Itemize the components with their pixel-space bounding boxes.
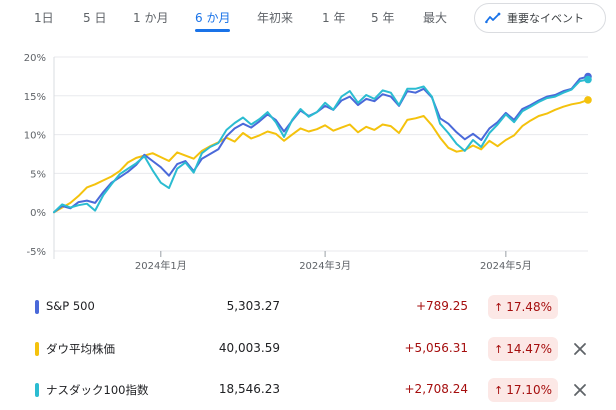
series-name: ナスダック100指数	[46, 383, 149, 397]
series-line	[53, 78, 589, 214]
series-swatch	[35, 383, 39, 397]
y-tick-label: 15%	[24, 92, 46, 103]
tab-label: 5 年	[371, 11, 395, 25]
tab-5d[interactable]: 5 日	[83, 10, 106, 26]
y-tick-label: 10%	[24, 131, 46, 142]
series-end-dot	[584, 75, 592, 84]
series-swatch	[35, 342, 39, 356]
percent-badge: ↑ 17.10%	[488, 378, 558, 402]
series-value: 5,303.27	[226, 299, 280, 313]
legend-row-dow[interactable]: ダウ平均株価 40,003.59 +5,056.31 ↑ 14.47%	[0, 333, 616, 365]
series-name: S&P 500	[46, 299, 95, 313]
series-change: +5,056.31	[404, 341, 469, 355]
key-events-label: 重要なイベント	[507, 12, 584, 25]
series-value: 40,003.59	[218, 341, 280, 355]
legend-row-sp500[interactable]: S&P 500 5,303.27 +789.25 ↑ 17.48%	[0, 291, 616, 323]
tab-1d[interactable]: 1日	[34, 10, 54, 26]
tab-label: 1 か月	[133, 11, 169, 25]
series-end-dot	[584, 96, 592, 104]
x-tick-label: 2024年1月	[135, 259, 187, 272]
x-tick-label: 2024年3月	[299, 259, 351, 272]
arrow-up-icon: ↑	[494, 383, 504, 397]
trend-icon	[485, 12, 501, 24]
y-tick-label: 0%	[30, 208, 46, 219]
y-tick-label: 20%	[24, 53, 46, 64]
percent-value: 14.47%	[506, 342, 552, 356]
close-icon[interactable]	[571, 340, 589, 358]
y-tick-label: -5%	[27, 247, 46, 258]
key-events-button[interactable]: 重要なイベント	[474, 3, 606, 33]
series-name: ダウ平均株価	[46, 342, 115, 356]
x-tick-label: 2024年5月	[480, 259, 532, 272]
tab-label: 1 年	[322, 11, 346, 25]
tab-label: 6 か月	[195, 11, 231, 25]
close-icon[interactable]	[571, 381, 589, 399]
series-change: +2,708.24	[404, 382, 469, 396]
percent-badge: ↑ 14.47%	[488, 337, 558, 361]
arrow-up-icon: ↑	[494, 300, 504, 314]
range-tabs: 1日 5 日 1 か月 6 か月 年初来 1 年 5 年 最大 重要なイベント	[0, 0, 616, 40]
tab-ytd[interactable]: 年初来	[257, 10, 293, 26]
series-layer	[53, 72, 592, 214]
series-change: +789.25	[415, 299, 468, 313]
y-tick-labels: -5% 0% 5% 10% 15% 20%	[24, 53, 46, 258]
tab-1y[interactable]: 1 年	[322, 10, 345, 26]
series-value: 18,546.23	[218, 382, 280, 396]
tab-label: 最大	[423, 11, 448, 25]
tab-label: 年初来	[257, 11, 294, 25]
percent-value: 17.10%	[506, 383, 552, 397]
x-tick-labels: 2024年1月 2024年3月 2024年5月	[135, 251, 532, 272]
tab-5y[interactable]: 5 年	[371, 10, 394, 26]
tab-1m[interactable]: 1 か月	[133, 10, 168, 26]
series-line	[53, 75, 589, 214]
legend-row-nasdaq100[interactable]: ナスダック100指数 18,546.23 +2,708.24 ↑ 17.10%	[0, 374, 616, 406]
tab-max[interactable]: 最大	[423, 10, 447, 26]
series-swatch	[35, 300, 39, 314]
percent-value: 17.48%	[506, 300, 552, 314]
percent-badge: ↑ 17.48%	[488, 295, 558, 319]
y-tick-label: 5%	[30, 169, 46, 180]
tab-6m[interactable]: 6 か月	[195, 10, 231, 32]
line-chart: -5% 0% 5% 10% 15% 20% 2024年1月 2024年3月 2024年5月	[24, 53, 592, 272]
tab-label: 5 日	[83, 11, 107, 25]
arrow-up-icon: ↑	[494, 342, 504, 356]
active-tab-indicator	[195, 29, 231, 32]
tab-label: 1日	[34, 11, 54, 25]
